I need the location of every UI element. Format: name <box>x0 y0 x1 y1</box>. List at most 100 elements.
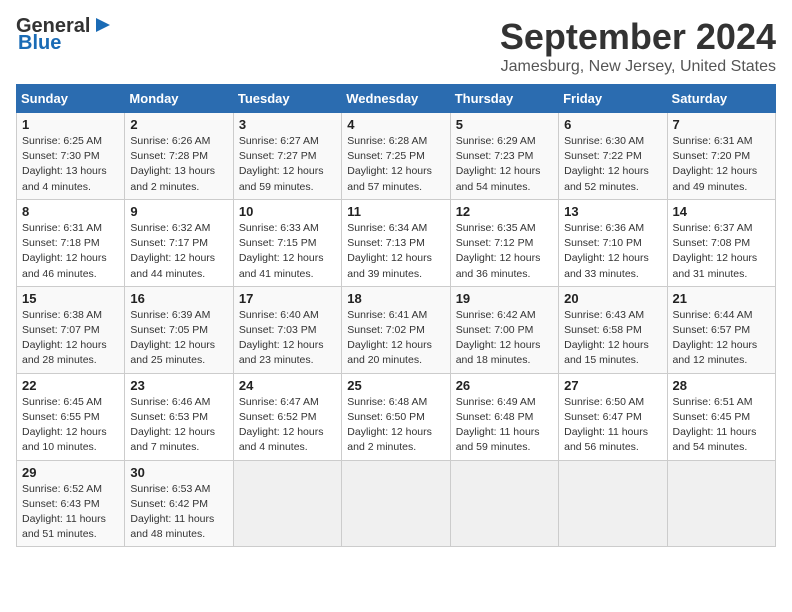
calendar-cell: 1 Sunrise: 6:25 AM Sunset: 7:30 PM Daylig… <box>17 113 125 200</box>
day-info: Sunrise: 6:37 AM Sunset: 7:08 PM Dayligh… <box>673 221 770 282</box>
title-area: September 2024 Jamesburg, New Jersey, Un… <box>500 16 776 76</box>
day-info: Sunrise: 6:46 AM Sunset: 6:53 PM Dayligh… <box>130 395 227 456</box>
day-info: Sunrise: 6:48 AM Sunset: 6:50 PM Dayligh… <box>347 395 444 456</box>
day-number: 20 <box>564 291 661 306</box>
col-header-friday: Friday <box>559 85 667 113</box>
day-info: Sunrise: 6:36 AM Sunset: 7:10 PM Dayligh… <box>564 221 661 282</box>
calendar-cell <box>559 460 667 547</box>
calendar-week-5: 29 Sunrise: 6:52 AM Sunset: 6:43 PM Dayli… <box>17 460 776 547</box>
day-info: Sunrise: 6:41 AM Sunset: 7:02 PM Dayligh… <box>347 308 444 369</box>
day-info: Sunrise: 6:47 AM Sunset: 6:52 PM Dayligh… <box>239 395 336 456</box>
day-number: 27 <box>564 378 661 393</box>
calendar-cell <box>233 460 341 547</box>
calendar-cell: 14 Sunrise: 6:37 AM Sunset: 7:08 PM Dayli… <box>667 199 775 286</box>
day-number: 18 <box>347 291 444 306</box>
day-number: 4 <box>347 117 444 132</box>
day-number: 13 <box>564 204 661 219</box>
month-title: September 2024 <box>500 16 776 58</box>
calendar-cell: 22 Sunrise: 6:45 AM Sunset: 6:55 PM Dayli… <box>17 373 125 460</box>
calendar-header-row: SundayMondayTuesdayWednesdayThursdayFrid… <box>17 85 776 113</box>
day-info: Sunrise: 6:34 AM Sunset: 7:13 PM Dayligh… <box>347 221 444 282</box>
location-title: Jamesburg, New Jersey, United States <box>500 58 776 76</box>
day-info: Sunrise: 6:30 AM Sunset: 7:22 PM Dayligh… <box>564 134 661 195</box>
calendar-cell: 26 Sunrise: 6:49 AM Sunset: 6:48 PM Dayli… <box>450 373 558 460</box>
col-header-sunday: Sunday <box>17 85 125 113</box>
day-number: 3 <box>239 117 336 132</box>
calendar-cell: 25 Sunrise: 6:48 AM Sunset: 6:50 PM Dayli… <box>342 373 450 460</box>
calendar-cell: 3 Sunrise: 6:27 AM Sunset: 7:27 PM Daylig… <box>233 113 341 200</box>
calendar-cell: 27 Sunrise: 6:50 AM Sunset: 6:47 PM Dayli… <box>559 373 667 460</box>
day-info: Sunrise: 6:29 AM Sunset: 7:23 PM Dayligh… <box>456 134 553 195</box>
calendar-week-4: 22 Sunrise: 6:45 AM Sunset: 6:55 PM Dayli… <box>17 373 776 460</box>
calendar-cell <box>450 460 558 547</box>
day-number: 10 <box>239 204 336 219</box>
day-number: 19 <box>456 291 553 306</box>
day-info: Sunrise: 6:27 AM Sunset: 7:27 PM Dayligh… <box>239 134 336 195</box>
calendar-cell: 10Sunrise: 6:33 AM Sunset: 7:15 PM Dayli… <box>233 199 341 286</box>
calendar-cell <box>342 460 450 547</box>
col-header-monday: Monday <box>125 85 233 113</box>
day-info: Sunrise: 6:38 AM Sunset: 7:07 PM Dayligh… <box>22 308 119 369</box>
calendar-cell: 4 Sunrise: 6:28 AM Sunset: 7:25 PM Daylig… <box>342 113 450 200</box>
day-number: 7 <box>673 117 770 132</box>
calendar-cell: 23 Sunrise: 6:46 AM Sunset: 6:53 PM Dayli… <box>125 373 233 460</box>
calendar-week-1: 1 Sunrise: 6:25 AM Sunset: 7:30 PM Daylig… <box>17 113 776 200</box>
logo: General Blue <box>16 16 114 55</box>
calendar-cell: 2Sunrise: 6:26 AM Sunset: 7:28 PM Daylig… <box>125 113 233 200</box>
day-info: Sunrise: 6:51 AM Sunset: 6:45 PM Dayligh… <box>673 395 770 456</box>
day-info: Sunrise: 6:25 AM Sunset: 7:30 PM Dayligh… <box>22 134 119 195</box>
day-number: 24 <box>239 378 336 393</box>
day-number: 26 <box>456 378 553 393</box>
day-info: Sunrise: 6:35 AM Sunset: 7:12 PM Dayligh… <box>456 221 553 282</box>
day-number: 1 <box>22 117 119 132</box>
calendar-cell: 11 Sunrise: 6:34 AM Sunset: 7:13 PM Dayli… <box>342 199 450 286</box>
logo-blue: Blue <box>18 32 61 54</box>
calendar-body: 1 Sunrise: 6:25 AM Sunset: 7:30 PM Daylig… <box>17 113 776 547</box>
day-number: 25 <box>347 378 444 393</box>
day-number: 30 <box>130 465 227 480</box>
calendar-cell: 15Sunrise: 6:38 AM Sunset: 7:07 PM Dayli… <box>17 286 125 373</box>
day-number: 8 <box>22 204 119 219</box>
day-info: Sunrise: 6:31 AM Sunset: 7:18 PM Dayligh… <box>22 221 119 282</box>
day-info: Sunrise: 6:50 AM Sunset: 6:47 PM Dayligh… <box>564 395 661 456</box>
day-number: 17 <box>239 291 336 306</box>
calendar-cell: 12Sunrise: 6:35 AM Sunset: 7:12 PM Dayli… <box>450 199 558 286</box>
calendar-cell: 30 Sunrise: 6:53 AM Sunset: 6:42 PM Dayli… <box>125 460 233 547</box>
day-info: Sunrise: 6:43 AM Sunset: 6:58 PM Dayligh… <box>564 308 661 369</box>
day-number: 28 <box>673 378 770 393</box>
day-number: 11 <box>347 204 444 219</box>
day-info: Sunrise: 6:26 AM Sunset: 7:28 PM Dayligh… <box>130 134 227 195</box>
day-info: Sunrise: 6:45 AM Sunset: 6:55 PM Dayligh… <box>22 395 119 456</box>
day-info: Sunrise: 6:32 AM Sunset: 7:17 PM Dayligh… <box>130 221 227 282</box>
day-number: 16 <box>130 291 227 306</box>
calendar-table: SundayMondayTuesdayWednesdayThursdayFrid… <box>16 84 776 547</box>
calendar-week-2: 8 Sunrise: 6:31 AM Sunset: 7:18 PM Daylig… <box>17 199 776 286</box>
day-number: 21 <box>673 291 770 306</box>
calendar-cell: 6 Sunrise: 6:30 AM Sunset: 7:22 PM Daylig… <box>559 113 667 200</box>
day-number: 23 <box>130 378 227 393</box>
day-number: 5 <box>456 117 553 132</box>
day-number: 22 <box>22 378 119 393</box>
day-number: 29 <box>22 465 119 480</box>
day-number: 14 <box>673 204 770 219</box>
day-info: Sunrise: 6:40 AM Sunset: 7:03 PM Dayligh… <box>239 308 336 369</box>
calendar-cell: 19Sunrise: 6:42 AM Sunset: 7:00 PM Dayli… <box>450 286 558 373</box>
day-info: Sunrise: 6:52 AM Sunset: 6:43 PM Dayligh… <box>22 482 119 543</box>
col-header-wednesday: Wednesday <box>342 85 450 113</box>
calendar-cell: 9Sunrise: 6:32 AM Sunset: 7:17 PM Daylig… <box>125 199 233 286</box>
day-info: Sunrise: 6:44 AM Sunset: 6:57 PM Dayligh… <box>673 308 770 369</box>
col-header-tuesday: Tuesday <box>233 85 341 113</box>
calendar-cell: 20 Sunrise: 6:43 AM Sunset: 6:58 PM Dayli… <box>559 286 667 373</box>
calendar-cell: 24 Sunrise: 6:47 AM Sunset: 6:52 PM Dayli… <box>233 373 341 460</box>
day-number: 6 <box>564 117 661 132</box>
col-header-thursday: Thursday <box>450 85 558 113</box>
calendar-cell: 18 Sunrise: 6:41 AM Sunset: 7:02 PM Dayli… <box>342 286 450 373</box>
calendar-cell: 28 Sunrise: 6:51 AM Sunset: 6:45 PM Dayli… <box>667 373 775 460</box>
logo-arrow-icon <box>92 14 114 36</box>
calendar-cell: 13 Sunrise: 6:36 AM Sunset: 7:10 PM Dayli… <box>559 199 667 286</box>
day-info: Sunrise: 6:49 AM Sunset: 6:48 PM Dayligh… <box>456 395 553 456</box>
day-info: Sunrise: 6:39 AM Sunset: 7:05 PM Dayligh… <box>130 308 227 369</box>
calendar-week-3: 15Sunrise: 6:38 AM Sunset: 7:07 PM Dayli… <box>17 286 776 373</box>
day-info: Sunrise: 6:53 AM Sunset: 6:42 PM Dayligh… <box>130 482 227 543</box>
day-info: Sunrise: 6:28 AM Sunset: 7:25 PM Dayligh… <box>347 134 444 195</box>
